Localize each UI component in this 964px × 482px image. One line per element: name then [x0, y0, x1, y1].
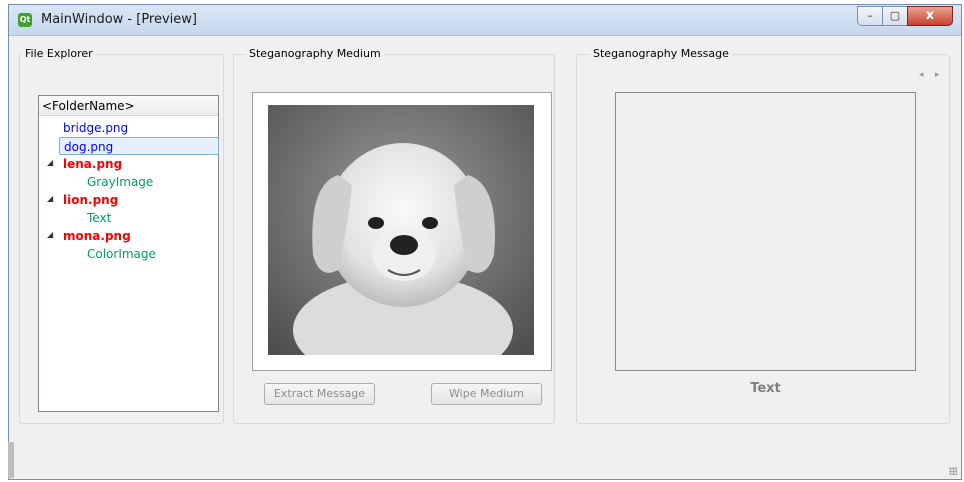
tree-item-mona[interactable]: mona.png	[63, 227, 131, 245]
resize-grip-icon[interactable]	[949, 467, 957, 475]
minimize-icon: –	[867, 9, 873, 22]
message-display-area[interactable]	[615, 92, 916, 371]
file-tree[interactable]: <FolderName> bridge.png dog.png ◢ lena.p…	[38, 95, 219, 412]
message-type-label: Text	[750, 381, 781, 396]
prev-arrow-icon[interactable]: ◂	[919, 70, 924, 80]
file-explorer-title: File Explorer	[22, 47, 96, 60]
medium-preview	[252, 92, 552, 371]
tree-item-lion-child[interactable]: Text	[87, 209, 111, 227]
wipe-medium-button[interactable]: Wipe Medium	[431, 383, 542, 405]
tree-item-dog[interactable]: dog.png	[59, 137, 219, 155]
maximize-icon: ▢	[889, 9, 901, 22]
tree-item-bridge[interactable]: bridge.png	[63, 119, 128, 137]
puppy-image	[268, 105, 534, 355]
tree-header[interactable]: <FolderName>	[39, 96, 218, 116]
close-button[interactable]: x	[907, 6, 953, 26]
maximize-button[interactable]: ▢	[882, 6, 908, 26]
extract-message-button[interactable]: Extract Message	[264, 383, 375, 405]
tree-item-mona-child[interactable]: ColorImage	[87, 245, 156, 263]
steganography-message-title: Steganography Message	[590, 47, 732, 60]
minimize-button[interactable]: –	[857, 6, 883, 26]
tree-item-lion[interactable]: lion.png	[63, 191, 118, 209]
window-title: MainWindow - [Preview]	[41, 12, 197, 27]
title-bar[interactable]: Qt MainWindow - [Preview] – ▢ x	[9, 5, 961, 36]
tree-item-lena-child[interactable]: GrayImage	[87, 173, 153, 191]
next-arrow-icon[interactable]: ▸	[935, 70, 940, 80]
close-icon: x	[925, 8, 935, 23]
expand-triangle-icon[interactable]: ◢	[47, 230, 53, 239]
tree-item-lena[interactable]: lena.png	[63, 155, 122, 173]
steganography-medium-title: Steganography Medium	[246, 47, 384, 60]
left-edge-splitter[interactable]	[8, 442, 14, 478]
qt-app-icon: Qt	[18, 13, 32, 27]
expand-triangle-icon[interactable]: ◢	[47, 158, 53, 167]
expand-triangle-icon[interactable]: ◢	[47, 194, 53, 203]
